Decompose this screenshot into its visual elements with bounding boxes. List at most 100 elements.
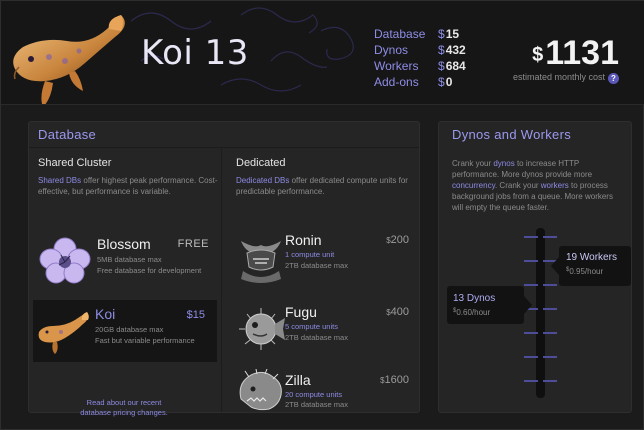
workers-slider-handle[interactable]: 19 Workers $0.95/hour — [551, 246, 631, 286]
cost-summary: Database $15 Dynos $432 Workers $684 Add… — [374, 27, 484, 91]
plan-storage: 5MB database max — [97, 255, 162, 264]
shared-cluster-column: Shared Cluster Shared DBs offer highest … — [29, 149, 222, 417]
dynos-rate: $0.60/hour — [453, 308, 490, 317]
plan-ronin[interactable]: Ronin $200 1 compute unit 2TB database m… — [227, 229, 417, 291]
estimated-cost: $1131 estimated monthly cost? — [513, 35, 619, 84]
plan-price: $400 — [386, 306, 409, 318]
summary-label: Dynos — [374, 43, 409, 57]
slider-tick — [524, 284, 538, 286]
dedicated-description: Dedicated DBs offer dedicated compute un… — [236, 175, 416, 197]
summary-value: $432 — [438, 43, 466, 57]
plan-name: Koi — [95, 306, 116, 322]
summary-amount: 432 — [445, 43, 466, 57]
cost-note: estimated monthly cost? — [513, 72, 619, 84]
concurrency-link[interactable]: concurrency — [452, 181, 495, 190]
slider-tick — [543, 380, 557, 382]
summary-label: Workers — [374, 59, 419, 73]
database-heading: Database — [29, 122, 419, 148]
dynos-workers-description: Crank your dynos to increase HTTP perfor… — [452, 158, 626, 213]
plan-zilla[interactable]: Zilla $1600 20 compute units 2TB databas… — [227, 347, 417, 411]
read-more-line1: Read about our recent — [86, 398, 162, 407]
slider-tick — [524, 260, 538, 262]
plan-price: $15 — [186, 309, 205, 321]
database-panel: Database Shared Cluster Shared DBs offer… — [28, 121, 420, 417]
price-amount: 1600 — [384, 374, 409, 386]
header: Koi 13 Database $15 Dynos $432 Workers $… — [1, 1, 644, 105]
plan-storage: 20GB database max — [95, 325, 164, 334]
slider-tick — [543, 236, 557, 238]
help-icon[interactable]: ? — [608, 73, 619, 84]
read-more-line2: database pricing changes. — [80, 408, 168, 417]
dynos-workers-heading: Dynos and Workers — [452, 127, 572, 142]
workers-rate: $0.95/hour — [566, 267, 603, 276]
plan-detail: Fast but variable performance — [95, 336, 195, 345]
rate-value: 0.60/hour — [456, 308, 491, 317]
slider-tick — [543, 308, 557, 310]
summary-value: $0 — [438, 75, 452, 89]
pricing-changes-link[interactable]: Read about our recent database pricing c… — [69, 398, 179, 418]
dyno-worker-slider-track[interactable] — [536, 228, 545, 398]
summary-amount: 15 — [445, 27, 460, 41]
currency-symbol: $ — [438, 75, 445, 89]
slider-tick — [524, 380, 538, 382]
rate-value: 0.95/hour — [569, 267, 604, 276]
dynos-slider-handle[interactable]: 13 Dynos $0.60/hour — [447, 286, 532, 324]
summary-row-addons: Add-ons $0 — [374, 75, 484, 91]
shared-dbs-link[interactable]: Shared DBs — [38, 176, 81, 185]
dedicated-column: Dedicated Dedicated DBs offer dedicated … — [223, 149, 419, 412]
workers-count: 19 Workers — [566, 252, 617, 263]
app-title: Koi 13 — [141, 33, 249, 73]
zilla-monster-icon — [239, 369, 282, 411]
plan-compute-units: 5 compute units — [285, 322, 338, 331]
plan-storage: 2TB database max — [285, 261, 348, 270]
plan-compute-units: 20 compute units — [285, 390, 343, 399]
plan-price: $1600 — [380, 374, 409, 386]
slider-tick — [543, 332, 557, 334]
cost-note-text: estimated monthly cost — [512, 72, 605, 82]
slider-tick — [543, 284, 557, 286]
koi-logo-icon — [13, 15, 125, 104]
plan-storage: 2TB database max — [285, 400, 348, 409]
price-amount: 200 — [390, 234, 409, 246]
slider-tick — [543, 356, 557, 358]
currency-symbol: $ — [438, 43, 445, 57]
plan-koi[interactable]: Koi $15 20GB database max Fast but varia… — [33, 300, 217, 362]
currency-symbol: $ — [532, 44, 544, 66]
dynos-count: 13 Dynos — [453, 293, 496, 304]
slider-tick — [524, 236, 538, 238]
dynos-workers-panel: Dynos and Workers Crank your dynos to in… — [438, 121, 632, 413]
currency-symbol: $ — [438, 59, 445, 73]
price-amount: 400 — [390, 306, 409, 318]
summary-amount: 684 — [445, 59, 466, 73]
summary-value: $15 — [438, 27, 459, 41]
summary-value: $684 — [438, 59, 466, 73]
workers-link[interactable]: workers — [541, 181, 569, 190]
app-frame: Koi 13 Database $15 Dynos $432 Workers $… — [0, 0, 644, 430]
plan-name: Zilla — [285, 372, 311, 388]
plan-compute-units: 1 compute unit — [285, 250, 335, 259]
shared-cluster-description: Shared DBs offer highest peak performanc… — [38, 175, 218, 197]
blossom-flower-icon — [39, 237, 91, 284]
cost-value: 1131 — [545, 34, 619, 72]
plan-name: Ronin — [285, 232, 322, 248]
shared-cluster-title: Shared Cluster — [38, 157, 112, 169]
koi-fish-icon — [38, 312, 89, 354]
ronin-helmet-icon — [241, 241, 281, 283]
plan-name: Fugu — [285, 304, 317, 320]
plan-price: $200 — [386, 234, 409, 246]
summary-row-dynos: Dynos $432 — [374, 43, 484, 59]
dedicated-title: Dedicated — [236, 157, 286, 169]
currency-symbol: $ — [438, 27, 445, 41]
cost-amount: $1131 — [513, 35, 619, 71]
plan-blossom[interactable]: Blossom FREE 5MB database max Free datab… — [33, 231, 217, 293]
desc-text: Crank your — [452, 159, 494, 168]
plan-price: FREE — [177, 238, 209, 250]
dedicated-dbs-link[interactable]: Dedicated DBs — [236, 176, 289, 185]
plan-name: Blossom — [97, 236, 151, 252]
slider-tick — [524, 356, 538, 358]
plan-detail: Free database for development — [97, 266, 202, 275]
summary-label: Add-ons — [374, 75, 419, 89]
summary-amount: 0 — [445, 75, 453, 89]
dynos-link[interactable]: dynos — [493, 159, 514, 168]
plan-storage: 2TB database max — [285, 333, 348, 342]
